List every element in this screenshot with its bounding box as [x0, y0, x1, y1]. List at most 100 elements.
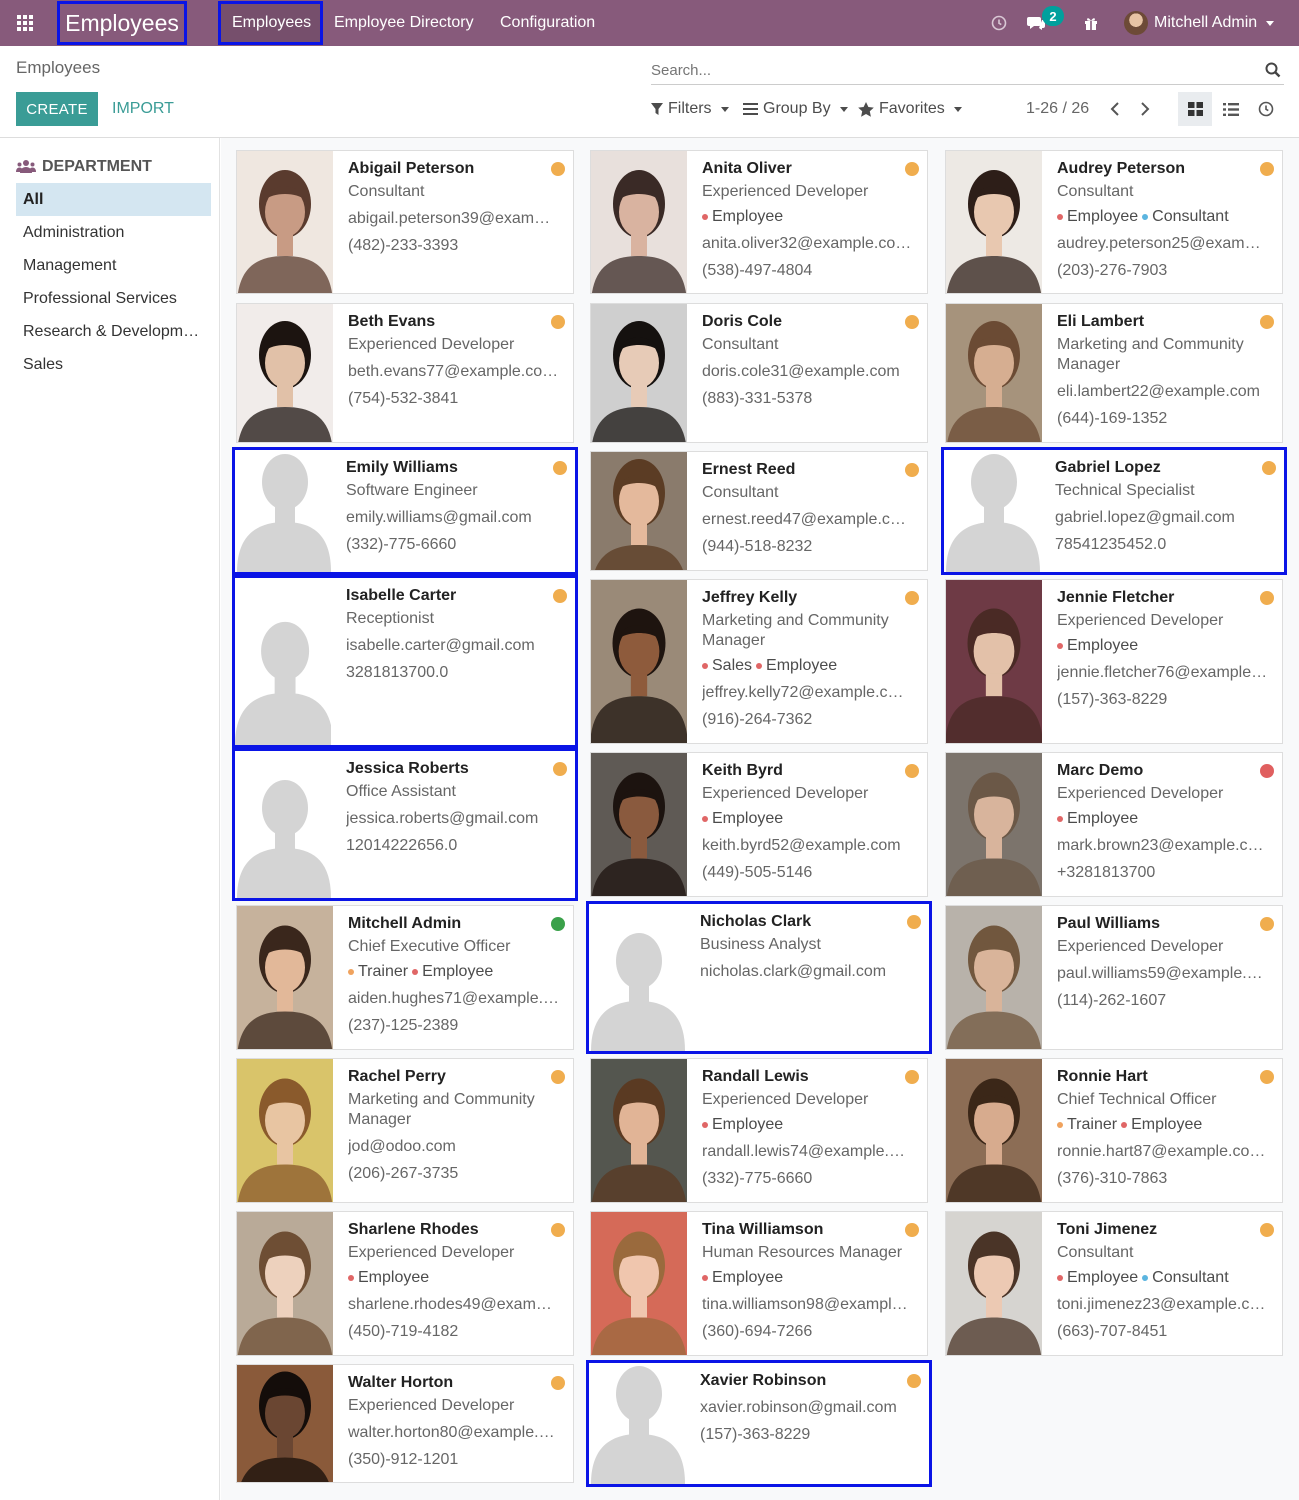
user-avatar[interactable]	[1124, 11, 1148, 35]
employee-name[interactable]: Ronnie Hart	[1057, 1067, 1274, 1087]
employee-name[interactable]: Gabriel Lopez	[1055, 458, 1276, 478]
employee-card[interactable]: Doris Cole Consultant doris.cole31@example…	[590, 303, 928, 443]
employee-name[interactable]: Jeffrey Kelly	[702, 588, 919, 608]
employee-card[interactable]: Mitchell Admin Chief Executive Officer Tra…	[236, 905, 574, 1050]
employee-name[interactable]: Xavier Robinson	[700, 1371, 921, 1391]
employee-name[interactable]: Ernest Reed	[702, 460, 919, 480]
employee-card[interactable]: Paul Williams Experienced Developer paul.w…	[945, 905, 1283, 1050]
employee-card[interactable]: Toni Jimenez Consultant Employee Consultant…	[945, 1211, 1283, 1356]
sidebar-item-professional-services[interactable]: Professional Services	[16, 282, 211, 315]
list-view-button[interactable]	[1214, 92, 1248, 126]
employee-card[interactable]: Walter Horton Experienced Developer walter…	[236, 1364, 574, 1483]
import-button[interactable]: IMPORT	[112, 92, 174, 126]
employee-name[interactable]: Emily Williams	[346, 458, 567, 478]
favorites-dropdown[interactable]: Favorites	[858, 92, 962, 126]
employee-name[interactable]: Keith Byrd	[702, 761, 919, 781]
employee-name[interactable]: Walter Horton	[348, 1373, 565, 1393]
employee-name[interactable]: Audrey Peterson	[1057, 159, 1274, 179]
employee-name[interactable]: Sharlene Rhodes	[348, 1220, 565, 1240]
employee-name[interactable]: Jessica Roberts	[346, 759, 567, 779]
sidebar-item-research-development[interactable]: Research & Developm…	[16, 315, 211, 348]
employee-card[interactable]: Ernest Reed Consultant ernest.reed47@examp…	[590, 451, 928, 571]
sidebar-item-all[interactable]: All	[16, 183, 211, 216]
employee-card[interactable]: Jennie Fletcher Experienced Developer Empl…	[945, 579, 1283, 744]
employee-avatar	[591, 1212, 687, 1355]
employee-card[interactable]: Jeffrey Kelly Marketing and Community Man…	[590, 579, 928, 744]
employee-name[interactable]: Toni Jimenez	[1057, 1220, 1274, 1240]
employee-name[interactable]: Tina Williamson	[702, 1220, 919, 1240]
employee-phone: (376)-310-7863	[1057, 1170, 1168, 1187]
employee-card[interactable]: Keith Byrd Experienced Developer Employee k…	[590, 752, 928, 897]
tag-dot-icon	[702, 662, 708, 669]
employee-card[interactable]: Jessica Roberts Office Assistant jessica.r…	[232, 748, 578, 901]
activity-clock-icon[interactable]	[989, 0, 1009, 46]
employee-card[interactable]: Emily Williams Software Engineer emily.wil…	[232, 447, 578, 575]
employee-name[interactable]: Mitchell Admin	[348, 914, 565, 934]
presence-status-icon	[553, 762, 567, 776]
employee-card[interactable]: Gabriel Lopez Technical Specialist gabriel…	[941, 447, 1287, 575]
avatar-placeholder-icon	[589, 1363, 685, 1484]
sidebar-item-management[interactable]: Management	[16, 249, 211, 282]
employee-card[interactable]: Beth Evans Experienced Developer beth.evan…	[236, 303, 574, 443]
employee-card[interactable]: Isabelle Carter Receptionist isabelle.cart…	[232, 575, 578, 748]
tag-dot-icon	[348, 968, 354, 975]
employee-name[interactable]: Randall Lewis	[702, 1067, 919, 1087]
tag-dot-icon	[1057, 1274, 1063, 1281]
employee-card[interactable]: Tina Williamson Human Resources Manager Em…	[590, 1211, 928, 1356]
pager-value[interactable]: 1-26 / 26	[1026, 92, 1089, 126]
employee-card[interactable]: Rachel Perry Marketing and Community Mana…	[236, 1058, 574, 1203]
filters-dropdown[interactable]: Filters	[651, 92, 729, 126]
employee-card[interactable]: Sharlene Rhodes Experienced Developer Empl…	[236, 1211, 574, 1356]
employee-email: toni.jimenez23@example.c…	[1057, 1296, 1266, 1313]
employee-name[interactable]: Beth Evans	[348, 312, 565, 332]
app-brand[interactable]: Employees	[57, 1, 187, 45]
employee-name[interactable]: Abigail Peterson	[348, 159, 565, 179]
groupby-dropdown[interactable]: Group By	[743, 92, 848, 126]
kanban-view-button[interactable]	[1178, 92, 1212, 126]
search-icon[interactable]	[1264, 61, 1282, 79]
search-input[interactable]	[651, 57, 1251, 83]
employee-name[interactable]: Rachel Perry	[348, 1067, 565, 1087]
employee-name[interactable]: Anita Oliver	[702, 159, 919, 179]
employee-name[interactable]: Nicholas Clark	[700, 912, 921, 932]
menu-employees[interactable]: Employees	[232, 0, 311, 46]
sidebar-item-administration[interactable]: Administration	[16, 216, 211, 249]
employee-name[interactable]: Doris Cole	[702, 312, 919, 332]
tag-dot-icon	[1057, 642, 1063, 649]
employee-card[interactable]: Ronnie Hart Chief Technical Officer Traine…	[945, 1058, 1283, 1203]
menu-configuration[interactable]: Configuration	[500, 0, 595, 46]
employee-job-title: Marketing and Community Manager	[348, 1091, 535, 1128]
employee-card[interactable]: Anita Oliver Experienced Developer Employe…	[590, 150, 928, 294]
menu-employee-directory[interactable]: Employee Directory	[334, 0, 474, 46]
employee-card[interactable]: Eli Lambert Marketing and Community Manag…	[945, 303, 1283, 443]
employee-card[interactable]: Xavier Robinson xavier.robinson@gmail.com…	[586, 1360, 932, 1487]
employee-name[interactable]: Jennie Fletcher	[1057, 588, 1274, 608]
create-button[interactable]: CREATE	[16, 92, 98, 126]
chevron-right-icon[interactable]	[1135, 99, 1155, 119]
employee-info: Isabelle Carter Receptionist isabelle.cart…	[346, 586, 567, 683]
tag-label: Employee	[1131, 1116, 1203, 1133]
apps-menu-icon[interactable]	[0, 0, 50, 46]
employee-name[interactable]: Isabelle Carter	[346, 586, 567, 606]
employee-card[interactable]: Audrey Peterson Consultant Employee Consult…	[945, 150, 1283, 294]
user-menu[interactable]: Mitchell Admin	[1154, 0, 1275, 46]
presence-status-icon	[905, 591, 919, 605]
messages-icon[interactable]	[1025, 0, 1047, 46]
presence-status-icon	[551, 315, 565, 329]
employee-name[interactable]: Paul Williams	[1057, 914, 1274, 934]
tag-dot-icon	[1057, 213, 1063, 220]
employee-name[interactable]: Marc Demo	[1057, 761, 1274, 781]
activity-view-button[interactable]	[1249, 92, 1283, 126]
employee-name[interactable]: Eli Lambert	[1057, 312, 1274, 332]
employee-card[interactable]: Nicholas Clark Business Analyst nicholas.c…	[586, 901, 932, 1054]
employee-info: Jennie Fletcher Experienced Developer Empl…	[1057, 588, 1274, 710]
chevron-left-icon[interactable]	[1105, 99, 1125, 119]
tag-label: Employee	[358, 1269, 430, 1286]
sidebar-item-sales[interactable]: Sales	[16, 348, 211, 381]
tag-dot-icon	[702, 1121, 708, 1128]
employee-phone: 78541235452.0	[1055, 536, 1167, 553]
employee-card[interactable]: Marc Demo Experienced Developer Employee ma…	[945, 752, 1283, 897]
employee-card[interactable]: Abigail Peterson Consultant abigail.peters…	[236, 150, 574, 294]
employee-card[interactable]: Randall Lewis Experienced Developer Employ…	[590, 1058, 928, 1203]
gift-icon[interactable]	[1081, 0, 1101, 46]
